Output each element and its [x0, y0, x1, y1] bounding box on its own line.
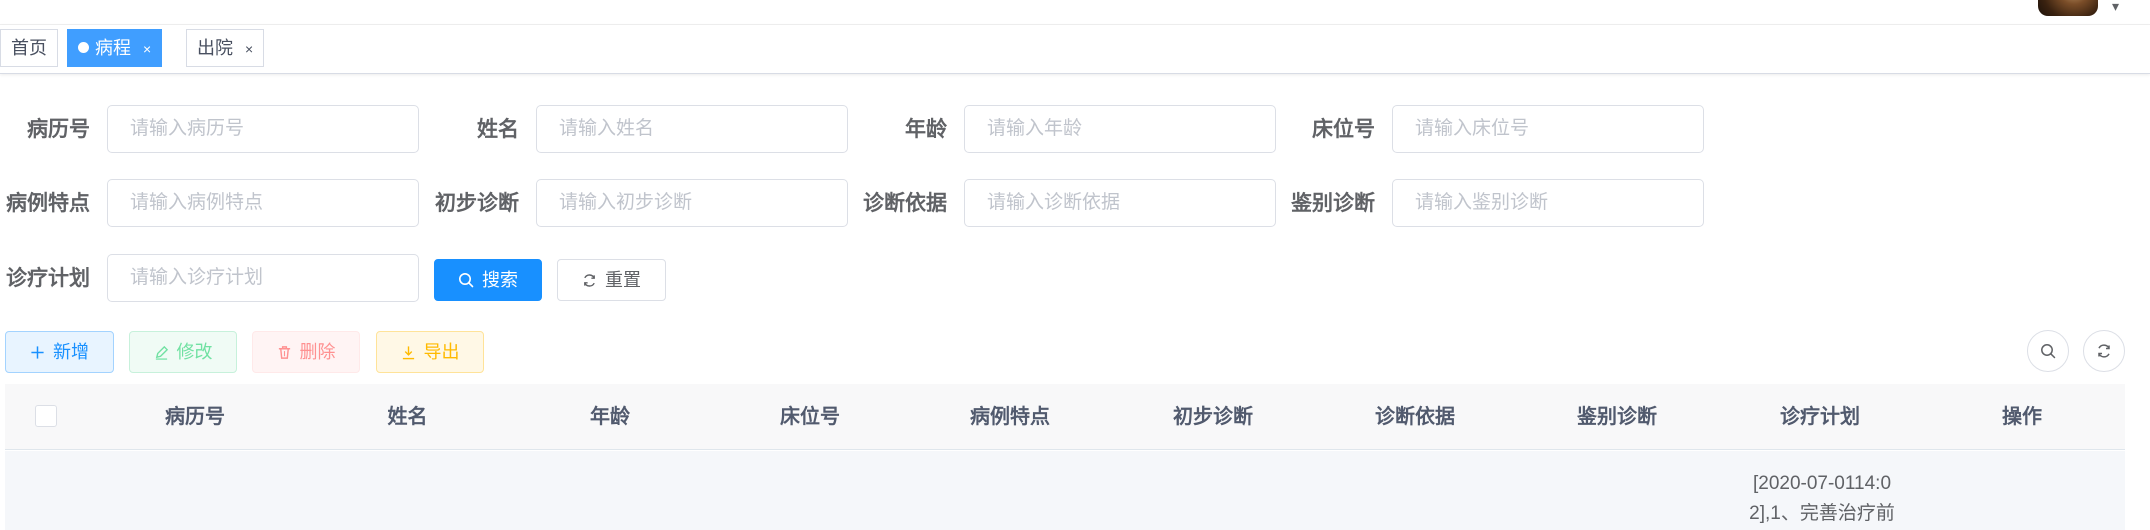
- plus-icon: [30, 332, 45, 372]
- bed-no-input[interactable]: [1392, 105, 1704, 153]
- tag-home-label: 首页: [11, 38, 47, 58]
- edit-icon: [154, 332, 169, 372]
- close-icon[interactable]: ×: [143, 41, 151, 57]
- column-header[interactable]: 诊断依据: [1315, 384, 1515, 450]
- label-name: 姓名: [477, 118, 519, 141]
- column-header[interactable]: 床位号: [710, 384, 910, 450]
- column-header[interactable]: 初步诊断: [1113, 384, 1313, 450]
- close-icon[interactable]: ×: [245, 41, 253, 57]
- record-no-input[interactable]: [107, 105, 419, 153]
- select-all-checkbox[interactable]: [35, 405, 57, 427]
- delete-button-label: 删除: [299, 342, 336, 362]
- delete-button[interactable]: 删除: [252, 331, 360, 373]
- tag-discharge[interactable]: 出院 ×: [186, 29, 265, 67]
- tag-course[interactable]: 病程 ×: [67, 29, 163, 67]
- caret-down-icon[interactable]: ▾: [2112, 0, 2119, 15]
- trash-icon: [277, 332, 292, 372]
- column-header[interactable]: 鉴别诊断: [1517, 384, 1717, 450]
- edit-button-label: 修改: [176, 342, 213, 362]
- diagnosis-basis-input[interactable]: [964, 179, 1276, 227]
- refresh-icon: [2096, 341, 2112, 361]
- column-header[interactable]: 病例特点: [910, 384, 1110, 450]
- label-case-features: 病例特点: [6, 192, 90, 215]
- cell-line: 2],1、完善治疗前: [1749, 503, 1895, 524]
- differential-diagnosis-input[interactable]: [1392, 179, 1704, 227]
- tags-view: 首页 病程 × 出院 ×: [0, 25, 2150, 74]
- download-icon: [401, 332, 416, 372]
- export-button[interactable]: 导出: [376, 331, 484, 373]
- tag-home[interactable]: 首页: [0, 29, 58, 67]
- column-header[interactable]: 诊疗计划: [1720, 384, 1920, 450]
- column-header[interactable]: 操作: [1922, 384, 2122, 450]
- navbar: ▾: [0, 0, 2150, 25]
- label-differential-diagnosis: 鉴别诊断: [1291, 192, 1375, 215]
- treatment-plan-input[interactable]: [107, 254, 419, 302]
- column-header[interactable]: 姓名: [295, 384, 520, 450]
- refresh-icon: [582, 260, 597, 300]
- age-input[interactable]: [964, 105, 1276, 153]
- table-header: 病历号 姓名 年龄 床位号 病例特点 初步诊断 诊断依据 鉴别诊断 诊疗计划 操…: [5, 384, 2125, 450]
- search-icon: [458, 260, 474, 300]
- search-button[interactable]: 搜索: [434, 259, 542, 301]
- search-button-label: 搜索: [482, 270, 518, 290]
- avatar[interactable]: [2038, 0, 2098, 16]
- label-record-no: 病历号: [27, 118, 90, 141]
- label-preliminary-diagnosis: 初步诊断: [435, 192, 519, 215]
- tag-course-label: 病程: [95, 38, 131, 58]
- label-treatment-plan: 诊疗计划: [6, 267, 90, 290]
- reset-button[interactable]: 重置: [557, 259, 666, 301]
- column-header[interactable]: 病历号: [95, 384, 295, 450]
- add-button[interactable]: 新增: [5, 331, 114, 373]
- label-diagnosis-basis: 诊断依据: [863, 192, 947, 215]
- export-button-label: 导出: [423, 342, 460, 362]
- treatment-plan-cell: [2020-07-0114:0 2],1、完善治疗前: [1677, 469, 1967, 529]
- toggle-search-button[interactable]: [2027, 330, 2069, 372]
- active-dot-icon: [78, 42, 89, 53]
- label-age: 年龄: [905, 118, 947, 141]
- name-input[interactable]: [536, 105, 848, 153]
- edit-button[interactable]: 修改: [129, 331, 237, 373]
- column-header[interactable]: 年龄: [510, 384, 710, 450]
- reset-button-label: 重置: [605, 270, 641, 290]
- label-bed-no: 床位号: [1312, 118, 1375, 141]
- table-row[interactable]: [2020-07-0114:0 2],1、完善治疗前: [5, 451, 2125, 530]
- case-features-input[interactable]: [107, 179, 419, 227]
- refresh-table-button[interactable]: [2083, 330, 2125, 372]
- add-button-label: 新增: [53, 342, 89, 362]
- tag-discharge-label: 出院: [197, 38, 233, 58]
- preliminary-diagnosis-input[interactable]: [536, 179, 848, 227]
- cell-line: [2020-07-0114:0: [1752, 473, 1892, 494]
- search-icon: [2040, 341, 2056, 361]
